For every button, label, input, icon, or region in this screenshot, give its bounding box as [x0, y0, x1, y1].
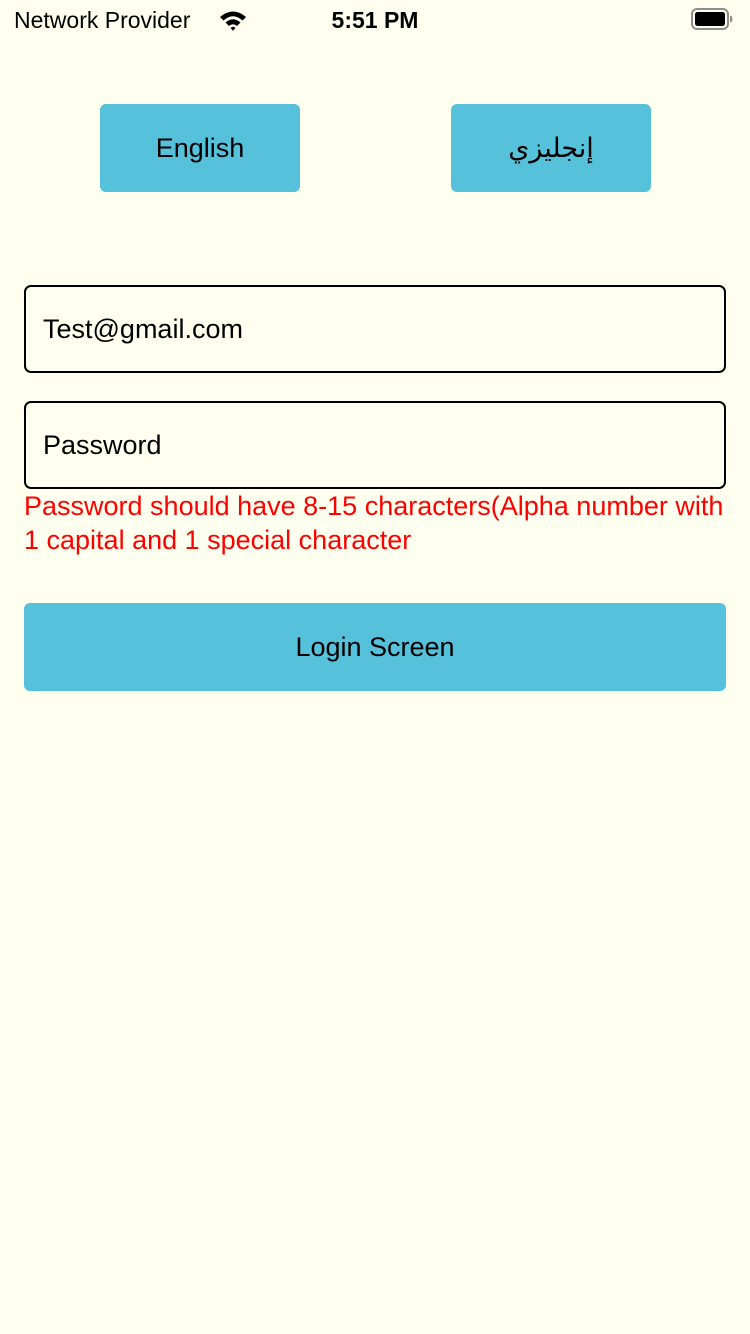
password-error-message: Password should have 8-15 characters(Alp… — [24, 491, 724, 555]
email-field-box — [24, 285, 726, 373]
login-button[interactable]: Login Screen — [24, 603, 726, 691]
battery-icon — [691, 8, 733, 30]
arabic-button[interactable]: إنجليزي — [451, 104, 651, 192]
english-button-label: English — [155, 132, 245, 163]
password-field-box — [24, 401, 726, 489]
password-field[interactable] — [26, 403, 724, 487]
english-button[interactable]: English — [100, 104, 300, 192]
login-button-label: Login Screen — [295, 631, 455, 662]
status-bar: Network Provider 5:51 PM — [0, 0, 750, 40]
arabic-button-label: إنجليزي — [508, 132, 594, 164]
status-time: 5:51 PM — [331, 7, 419, 33]
email-field[interactable] — [26, 287, 724, 371]
